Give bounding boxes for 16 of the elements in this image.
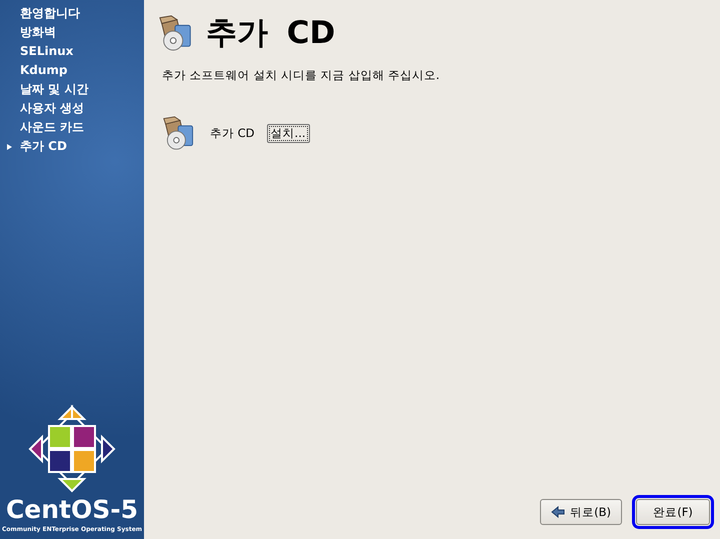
left-arrow-icon — [551, 506, 566, 518]
sidebar-item: 추가 CD — [20, 139, 67, 153]
page-title: 추가 CD — [206, 14, 336, 53]
sidebar-item: 사운드 카드 — [20, 120, 84, 134]
sidebar-item: 날짜 및 시간 — [20, 82, 88, 96]
logo-text: CentOS-5 — [6, 496, 138, 524]
sidebar-item: SELinux — [20, 44, 74, 58]
sidebar-item: Kdump — [20, 63, 68, 77]
sidebar-item: 환영합니다 — [20, 6, 80, 20]
back-button[interactable]: 뒤로(B) — [540, 499, 622, 525]
logo-icon — [27, 404, 117, 494]
sidebar-item: 방화벽 — [20, 25, 56, 39]
page-description: 추가 소프트웨어 설치 시디를 지금 삽입해 주십시오. — [162, 68, 441, 83]
sidebar-item: 사용자 생성 — [20, 101, 84, 115]
install-button[interactable]: 설치... — [266, 124, 310, 142]
cd-label: 추가 CD — [210, 126, 255, 140]
